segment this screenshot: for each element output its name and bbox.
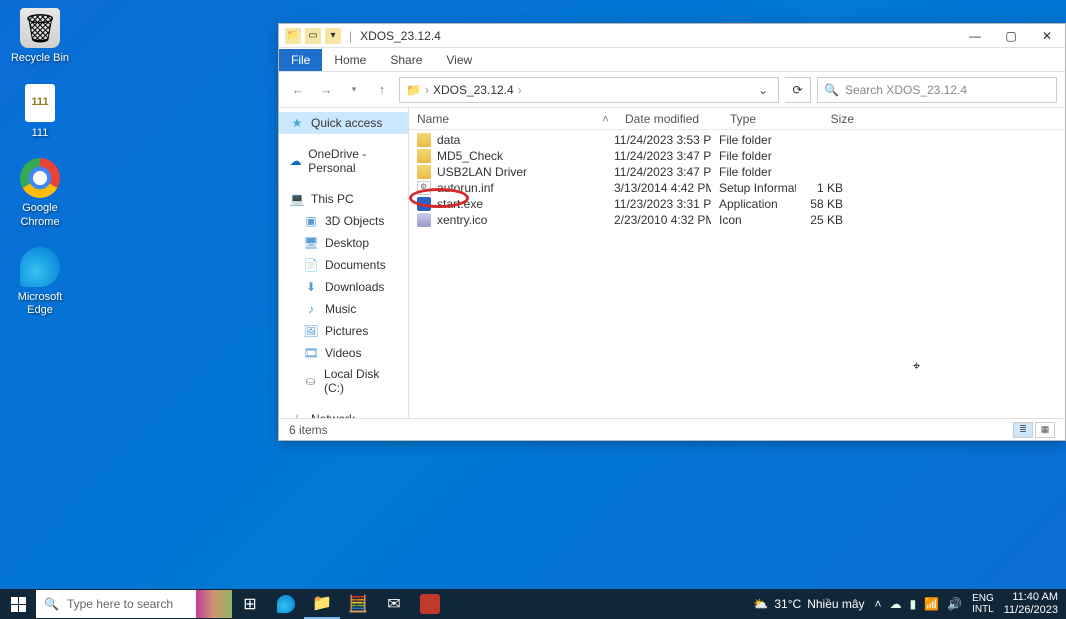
file-rows: data11/24/2023 3:53 PMFile folderMD5_Che… (409, 130, 1065, 230)
tab-view[interactable]: View (434, 49, 484, 71)
language-indicator[interactable]: ENG INTL (972, 593, 994, 615)
taskbar-edge[interactable] (268, 589, 304, 619)
taskbar-mail[interactable]: ✉ (376, 589, 412, 619)
sidebar-documents[interactable]: 📄Documents (279, 254, 408, 276)
titlebar: 📁 ▭ ▾ | XDOS_23.12.4 — ▢ ✕ (279, 24, 1065, 48)
tray-chevron-icon[interactable]: ˄ (875, 597, 882, 611)
col-date[interactable]: Date modified (617, 112, 722, 126)
sidebar-pictures[interactable]: 🖼Pictures (279, 320, 408, 342)
taskbar: 🔍 Type here to search ⊞ 📁 🧮 ✉ ⛅ 31°C Nhi… (0, 589, 1066, 619)
file-111-icon[interactable]: 111 (8, 83, 72, 140)
nav-sidebar: ★Quick access ☁OneDrive - Personal 💻This… (279, 108, 409, 418)
sidebar-3d-objects[interactable]: ▣3D Objects (279, 210, 408, 232)
qat-dropdown-icon[interactable]: ▾ (325, 28, 341, 44)
painter-widget[interactable] (196, 589, 232, 619)
sort-indicator: ˄ (594, 112, 617, 126)
tab-share[interactable]: Share (378, 49, 434, 71)
status-bar: 6 items ≣ ▦ (279, 418, 1065, 440)
drive-icon: 📁 (406, 83, 421, 97)
folder-qat-icon[interactable]: 📁 (285, 28, 301, 44)
folder-icon (417, 165, 431, 179)
sidebar-local-disk[interactable]: ⛀Local Disk (C:) (279, 364, 408, 398)
props-qat-icon[interactable]: ▭ (305, 28, 321, 44)
breadcrumb[interactable]: 📁 › XDOS_23.12.4 › ⌄ (399, 77, 779, 103)
task-view-button[interactable]: ⊞ (232, 589, 268, 619)
tab-home[interactable]: Home (322, 49, 378, 71)
view-large-button[interactable]: ▦ (1035, 422, 1055, 438)
sidebar-music[interactable]: ♪Music (279, 298, 408, 320)
up-button[interactable]: ↑ (371, 79, 393, 101)
status-text: 6 items (289, 423, 328, 437)
maximize-button[interactable]: ▢ (993, 24, 1029, 48)
refresh-button[interactable]: ⟳ (785, 77, 811, 103)
sidebar-onedrive[interactable]: ☁OneDrive - Personal (279, 144, 408, 178)
search-icon: 🔍 (44, 597, 59, 611)
col-size[interactable]: Size (807, 112, 862, 126)
window-title: XDOS_23.12.4 (354, 29, 957, 43)
column-headers: Name ˄ Date modified Type Size (409, 108, 1065, 130)
file-row[interactable]: start.exe11/23/2023 3:31 PMApplication58… (409, 196, 1065, 212)
inf-icon (417, 181, 431, 195)
folder-icon (417, 133, 431, 147)
microsoft-edge-icon[interactable]: Microsoft Edge (8, 247, 72, 317)
file-explorer-window: 📁 ▭ ▾ | XDOS_23.12.4 — ▢ ✕ File Home Sha… (278, 23, 1066, 441)
recycle-bin-icon[interactable]: 🗑 Recycle Bin (8, 8, 72, 65)
start-button[interactable] (0, 589, 36, 619)
back-button[interactable]: ← (287, 79, 309, 101)
tray-onedrive-icon[interactable]: ☁ (890, 597, 902, 611)
search-input[interactable]: 🔍 Search XDOS_23.12.4 (817, 77, 1057, 103)
tray-wifi-icon[interactable]: 📶 (924, 597, 939, 611)
ribbon-tabs: File Home Share View (279, 48, 1065, 72)
sidebar-videos[interactable]: 🎞Videos (279, 342, 408, 364)
sidebar-this-pc[interactable]: 💻This PC (279, 188, 408, 210)
file-row[interactable]: USB2LAN Driver11/24/2023 3:47 PMFile fol… (409, 164, 1065, 180)
search-icon: 🔍 (824, 83, 839, 97)
tray-battery-icon[interactable]: ▮ (910, 597, 917, 611)
col-name[interactable]: Name (409, 112, 594, 126)
forward-button[interactable]: → (315, 79, 337, 101)
col-type[interactable]: Type (722, 112, 807, 126)
ico-icon (417, 213, 431, 227)
clock[interactable]: 11:40 AM 11/26/2023 (1004, 591, 1058, 616)
sidebar-desktop[interactable]: 🖥Desktop (279, 232, 408, 254)
file-row[interactable]: xentry.ico2/23/2010 4:32 PMIcon25 KB (409, 212, 1065, 228)
recent-dropdown[interactable]: ▾ (343, 79, 365, 101)
folder-icon (417, 149, 431, 163)
taskbar-camtasia[interactable] (412, 589, 448, 619)
crumb-folder[interactable]: XDOS_23.12.4 (433, 83, 514, 97)
address-bar-area: ← → ▾ ↑ 📁 › XDOS_23.12.4 › ⌄ ⟳ 🔍 Search … (279, 72, 1065, 108)
google-chrome-icon[interactable]: Google Chrome (8, 158, 72, 228)
sidebar-downloads[interactable]: ⬇Downloads (279, 276, 408, 298)
exe-icon (417, 197, 431, 211)
file-row[interactable]: data11/24/2023 3:53 PMFile folder (409, 132, 1065, 148)
taskbar-store[interactable]: 🧮 (340, 589, 376, 619)
system-tray: ⛅ 31°C Nhiều mây ˄ ☁ ▮ 📶 🔊 ENG INTL 11:4… (745, 591, 1066, 616)
tray-volume-icon[interactable]: 🔊 (947, 597, 962, 611)
file-list-pane: Name ˄ Date modified Type Size data11/24… (409, 108, 1065, 418)
breadcrumb-dropdown[interactable]: ⌄ (754, 83, 772, 97)
weather-icon: ⛅ (753, 597, 768, 611)
minimize-button[interactable]: — (957, 24, 993, 48)
desktop: 🗑 Recycle Bin 111 Google Chrome Microsof… (0, 0, 80, 343)
file-row[interactable]: autorun.inf3/13/2014 4:42 PMSetup Inform… (409, 180, 1065, 196)
taskbar-explorer[interactable]: 📁 (304, 589, 340, 619)
close-button[interactable]: ✕ (1029, 24, 1065, 48)
file-row[interactable]: MD5_Check11/24/2023 3:47 PMFile folder (409, 148, 1065, 164)
mouse-cursor: ⌖ (913, 358, 920, 374)
tab-file[interactable]: File (279, 49, 322, 71)
weather-widget[interactable]: ⛅ 31°C Nhiều mây (753, 597, 864, 611)
view-details-button[interactable]: ≣ (1013, 422, 1033, 438)
sidebar-network[interactable]: ⏚Network (279, 408, 408, 418)
sidebar-quick-access[interactable]: ★Quick access (279, 112, 408, 134)
taskbar-search[interactable]: 🔍 Type here to search (36, 590, 196, 618)
